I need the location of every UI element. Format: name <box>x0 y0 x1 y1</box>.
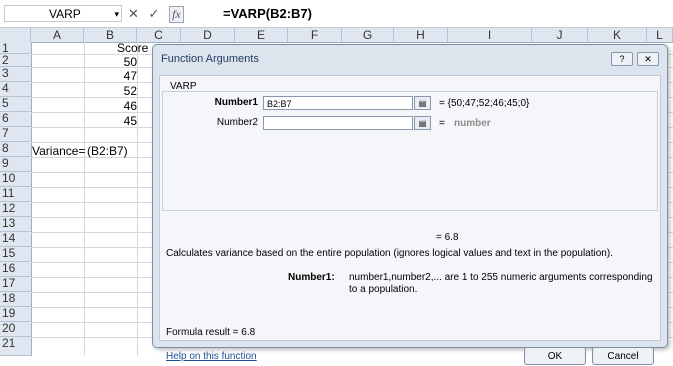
row-header[interactable]: 13 <box>0 217 31 232</box>
name-box-dropdown-icon[interactable]: ▾ <box>114 6 119 23</box>
cell-b3[interactable]: 47 <box>87 69 137 83</box>
row-header[interactable]: 9 <box>0 157 31 172</box>
column-headers: A B C D E F G H I J K L <box>0 28 673 43</box>
column-header[interactable]: H <box>394 28 448 42</box>
row-header[interactable]: 8 <box>0 142 31 157</box>
cell-b4[interactable]: 52 <box>87 84 137 98</box>
select-all-corner[interactable] <box>0 28 31 42</box>
collapse-dialog-icon[interactable]: ▤ <box>414 96 431 110</box>
function-description: Calculates variance based on the entire … <box>166 248 613 259</box>
column-header[interactable]: G <box>342 28 394 42</box>
cancel-button[interactable]: Cancel <box>592 347 654 365</box>
column-header[interactable]: L <box>647 28 673 42</box>
column-header[interactable]: E <box>235 28 288 42</box>
row-header[interactable]: 6 <box>0 112 31 127</box>
cell-b2[interactable]: 50 <box>87 55 137 69</box>
row-header[interactable]: 11 <box>0 187 31 202</box>
formula-input[interactable]: =VARP(B2:B7) <box>223 3 312 24</box>
column-header[interactable]: B <box>84 28 137 42</box>
name-box-value: VARP <box>49 7 81 21</box>
cell-b6[interactable]: 45 <box>87 114 137 128</box>
formula-bar-buttons: ✕ ✓ fx <box>128 3 190 24</box>
grid-line <box>84 42 85 356</box>
row-header[interactable]: 18 <box>0 292 31 307</box>
dialog-body: VARP Number1 B2:B7 ▤ = {50;47;52;46;45;0… <box>159 75 661 365</box>
column-header[interactable]: I <box>448 28 532 42</box>
row-header[interactable]: 14 <box>0 232 31 247</box>
cancel-entry-icon[interactable]: ✕ <box>128 6 139 21</box>
row-header[interactable]: 12 <box>0 202 31 217</box>
row-header[interactable]: 7 <box>0 127 31 142</box>
row-header[interactable]: 10 <box>0 172 31 187</box>
column-header[interactable]: J <box>532 28 588 42</box>
cell-a8[interactable]: Variance= <box>32 144 85 158</box>
function-arguments-dialog: Function Arguments ? ✕ VARP Number1 B2:B… <box>152 44 668 365</box>
close-icon[interactable]: ✕ <box>637 52 659 66</box>
row-header[interactable]: 3 <box>0 67 31 82</box>
column-header[interactable]: C <box>137 28 181 42</box>
column-header[interactable]: D <box>181 28 235 42</box>
number2-equals: = <box>439 118 445 129</box>
cell-b1[interactable]: Score <box>117 41 148 55</box>
grid-line <box>137 42 138 356</box>
column-header[interactable]: K <box>588 28 647 42</box>
ok-button[interactable]: OK <box>524 347 586 365</box>
number1-input[interactable]: B2:B7 <box>263 96 413 110</box>
row-header[interactable]: 5 <box>0 97 31 112</box>
row-header[interactable]: 4 <box>0 82 31 97</box>
number1-value: = {50;47;52;46;45;0} <box>439 98 530 109</box>
cell-b8[interactable]: (B2:B7) <box>87 144 128 158</box>
dialog-title: Function Arguments <box>161 53 259 65</box>
column-header[interactable]: F <box>288 28 342 42</box>
row-header[interactable]: 16 <box>0 262 31 277</box>
arguments-group: Number1 B2:B7 ▤ = {50;47;52;46;45;0} Num… <box>162 91 658 211</box>
argument-description-text: number1,number2,... are 1 to 255 numeric… <box>349 272 653 295</box>
row-header[interactable]: 19 <box>0 307 31 322</box>
number2-input[interactable] <box>263 116 413 130</box>
enter-entry-icon[interactable]: ✓ <box>149 6 160 21</box>
column-header[interactable]: A <box>31 28 84 42</box>
formula-result: Formula result = 6.8 <box>166 327 256 338</box>
number2-value-hint: number <box>454 118 491 129</box>
row-header[interactable]: 17 <box>0 277 31 292</box>
cell-b5[interactable]: 46 <box>87 99 137 113</box>
insert-function-icon[interactable]: fx <box>169 6 184 23</box>
help-icon[interactable]: ? <box>611 52 633 66</box>
collapse-dialog-icon[interactable]: ▤ <box>414 116 431 130</box>
help-on-function-link[interactable]: Help on this function <box>166 351 257 362</box>
argument-description-name: Number1: <box>288 272 335 283</box>
number1-label: Number1 <box>214 97 258 108</box>
function-result: = 6.8 <box>436 232 459 243</box>
name-box[interactable]: VARP ▾ <box>4 5 122 22</box>
number2-label: Number2 <box>216 117 258 128</box>
formula-bar: VARP ▾ ✕ ✓ fx =VARP(B2:B7) <box>0 0 673 28</box>
row-header[interactable]: 15 <box>0 247 31 262</box>
row-header[interactable]: 20 <box>0 322 31 337</box>
row-header[interactable]: 21 <box>0 337 31 356</box>
row-headers: 1 2 3 4 5 6 7 8 9 10 11 12 13 14 15 16 1… <box>0 42 32 356</box>
